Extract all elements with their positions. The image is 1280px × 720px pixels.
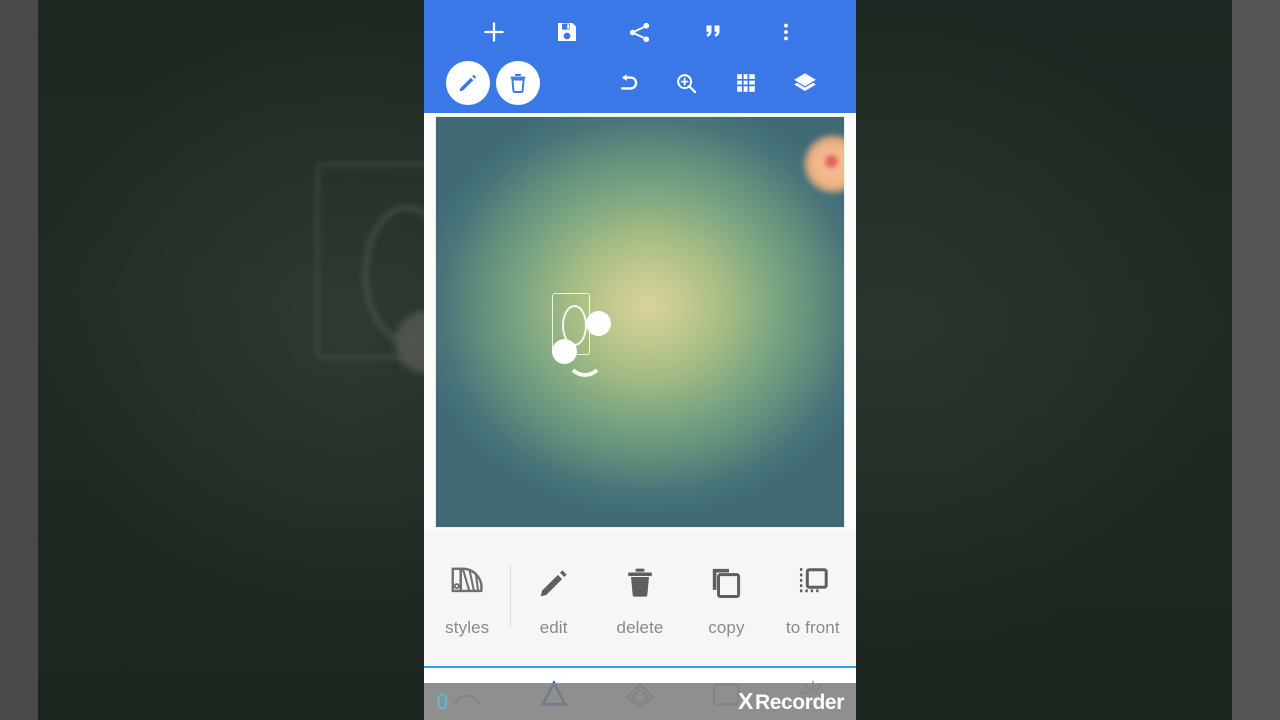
recorder-logo-x: X	[738, 688, 753, 714]
share-button[interactable]	[604, 8, 677, 56]
more-button[interactable]	[749, 8, 822, 56]
recorder-counter: 0	[436, 689, 449, 714]
letterbox-gray-left	[0, 0, 38, 720]
context-action-bar: styles edit delete copy to front	[424, 531, 856, 668]
bring-to-front-icon	[795, 561, 831, 605]
more-vertical-icon	[783, 23, 788, 41]
draw-button[interactable]	[446, 61, 490, 105]
pencil-icon	[536, 561, 572, 605]
app-toolbar	[424, 0, 856, 113]
plus-icon	[484, 22, 505, 42]
canvas-area	[424, 113, 856, 531]
undo-button[interactable]	[599, 59, 658, 107]
screen-root: styles edit delete copy to front 0 X Rec…	[0, 0, 1280, 720]
color-swatch-icon	[448, 561, 486, 605]
action-divider	[510, 565, 512, 627]
grid-icon	[736, 74, 755, 92]
undo-icon	[621, 74, 638, 90]
layers-button[interactable]	[775, 59, 834, 107]
edit-action-label: edit	[539, 618, 568, 637]
copy-action[interactable]: copy	[683, 531, 769, 666]
share-icon	[630, 22, 650, 42]
recorder-logo-text: Recorder	[754, 691, 844, 714]
recorder-logo: X Recorder	[738, 688, 844, 715]
zoom-button[interactable]	[658, 59, 717, 107]
erase-button[interactable]	[496, 61, 540, 105]
styles-action[interactable]: styles	[424, 531, 510, 666]
add-button[interactable]	[458, 8, 531, 56]
copy-icon	[708, 561, 744, 605]
zoom-in-icon	[677, 73, 697, 93]
phone-screen: styles edit delete copy to front 0 X Rec…	[424, 0, 856, 720]
pencil-icon	[459, 74, 477, 92]
blurred-background-left	[38, 0, 430, 720]
edit-action[interactable]: edit	[510, 531, 596, 666]
save-button[interactable]	[531, 8, 604, 56]
resize-handle-left[interactable]	[552, 339, 577, 364]
quote-button[interactable]	[676, 8, 749, 56]
trash-icon	[510, 74, 526, 93]
layers-icon	[793, 73, 816, 92]
delete-action[interactable]: delete	[597, 531, 683, 666]
drawing-canvas[interactable]	[436, 117, 844, 527]
resize-handle-right[interactable]	[586, 311, 611, 336]
to-front-action-label: to front	[785, 618, 840, 637]
selected-object-group	[436, 117, 844, 527]
letterbox-gray-right	[1232, 0, 1280, 720]
delete-action-label: delete	[616, 618, 664, 637]
copy-action-label: copy	[708, 618, 745, 637]
quote-icon	[706, 25, 720, 37]
toolbar-row-secondary	[424, 59, 856, 107]
to-front-action[interactable]: to front	[770, 531, 856, 666]
recorder-overlay-bar: 0 X Recorder	[424, 683, 856, 720]
save-icon	[558, 23, 577, 41]
grid-button[interactable]	[716, 59, 775, 107]
trash-icon	[622, 561, 658, 605]
styles-action-label: styles	[445, 618, 490, 637]
toolbar-row-primary	[424, 8, 856, 56]
blurred-background-right	[850, 0, 1232, 720]
